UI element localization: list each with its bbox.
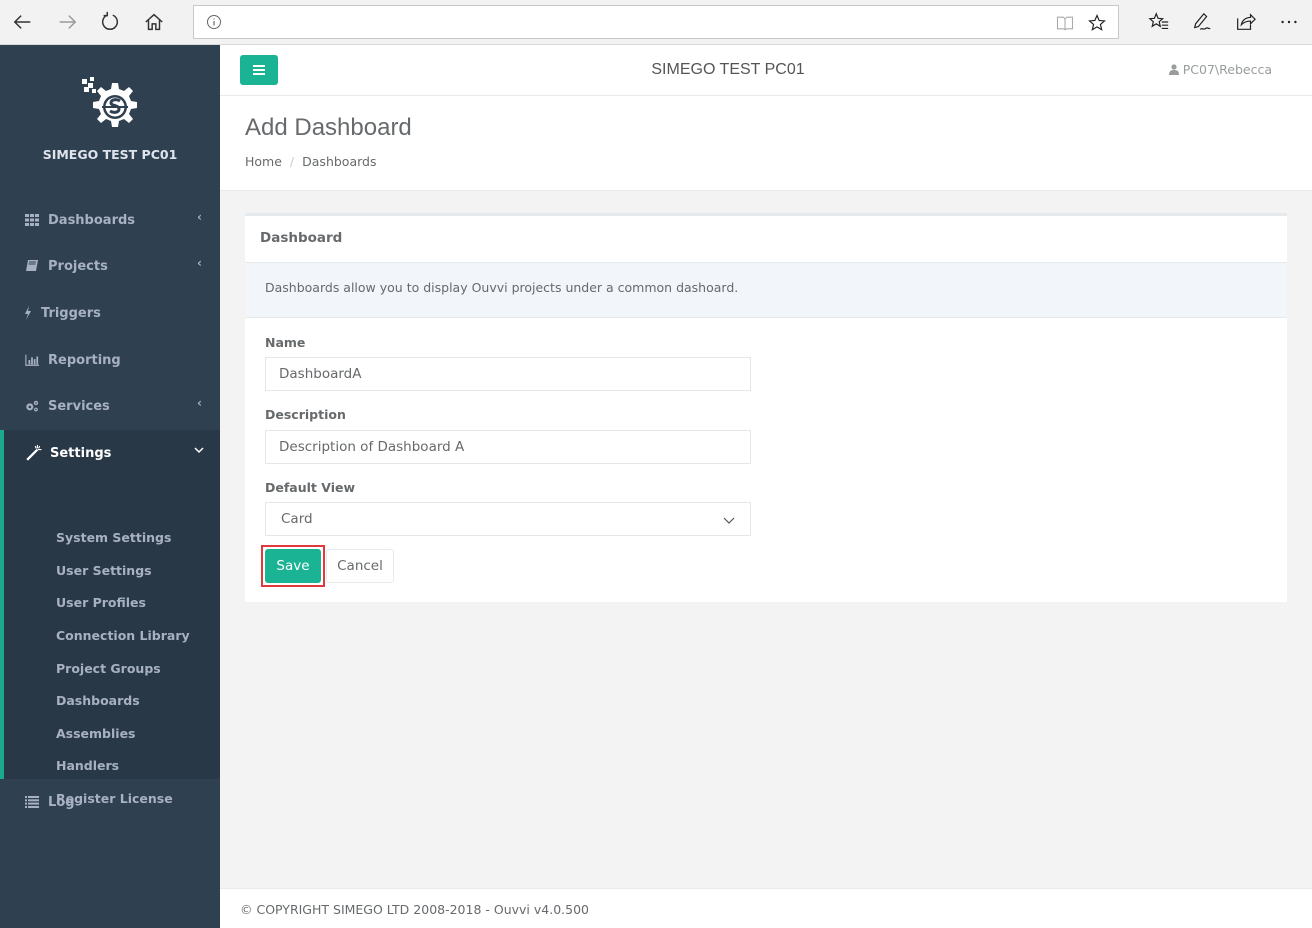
breadcrumb: Home / Dashboards <box>245 154 376 169</box>
sidebar-item-label: Triggers <box>41 305 101 321</box>
back-button[interactable] <box>8 7 38 37</box>
sidebar-item-log[interactable]: Log <box>0 779 220 825</box>
refresh-icon <box>101 11 119 30</box>
bar-chart-icon <box>24 353 40 367</box>
breadcrumb-dashboards[interactable]: Dashboards <box>302 154 376 169</box>
chevron-left-icon: ‹ <box>197 256 202 270</box>
description-input[interactable] <box>265 430 751 464</box>
sidebar-subitem-user-settings[interactable]: User Settings <box>56 563 152 578</box>
brand-name: SIMEGO TEST PC01 <box>42 147 178 162</box>
sidebar-item-label: Dashboards <box>48 212 136 228</box>
grid-icon <box>24 213 40 227</box>
info-icon <box>207 15 221 29</box>
settings-section: Settings System Settings User Settings U… <box>0 430 220 806</box>
name-input[interactable] <box>265 357 751 391</box>
favorites-list-button[interactable] <box>1144 7 1174 37</box>
reading-view-button[interactable] <box>1054 12 1076 34</box>
cancel-button[interactable]: Cancel <box>326 549 394 583</box>
description-label: Description <box>265 407 346 422</box>
favorite-button[interactable] <box>1086 12 1108 34</box>
favorite-star-icon <box>1088 14 1106 31</box>
sidebar-item-label: Services <box>48 398 110 414</box>
page-heading: Add Dashboard Home / Dashboards <box>220 96 1312 191</box>
share-button[interactable] <box>1230 7 1260 37</box>
sidebar-subitem-handlers[interactable]: Handlers <box>56 758 119 773</box>
save-button[interactable]: Save <box>265 549 321 583</box>
sidebar-item-dashboards[interactable]: Dashboards ‹ <box>0 197 220 243</box>
footer: © COPYRIGHT SIMEGO LTD 2008-2018 - Ouvvi… <box>220 888 1312 928</box>
sidebar-item-projects[interactable]: Projects ‹ <box>0 243 220 289</box>
sidebar-item-services[interactable]: Services ‹ <box>0 383 220 429</box>
refresh-button[interactable] <box>95 7 125 37</box>
reading-view-icon <box>1056 16 1074 31</box>
user-icon <box>1168 64 1179 75</box>
chevron-down-icon <box>723 517 735 524</box>
sidebar-subitem-dashboards[interactable]: Dashboards <box>56 693 140 708</box>
more-button[interactable] <box>1274 7 1304 37</box>
site-name: SIMEGO TEST PC01 <box>651 61 805 78</box>
default-view-label: Default View <box>265 480 356 495</box>
sidebar-subitem-project-groups[interactable]: Project Groups <box>56 661 161 676</box>
top-navbar: SIMEGO TEST PC01 PC07\Rebecca <box>220 45 1312 96</box>
list-icon <box>24 795 40 809</box>
default-view-select[interactable]: Card <box>265 502 751 536</box>
sidebar-subitem-connection-library[interactable]: Connection Library <box>56 628 190 643</box>
user-menu[interactable]: PC07\Rebecca <box>1168 62 1272 77</box>
address-bar[interactable] <box>193 5 1119 39</box>
sidebar-item-label: Log <box>48 794 75 810</box>
info-text: Dashboards allow you to display Ouvvi pr… <box>265 280 739 295</box>
chevron-left-icon: ‹ <box>197 210 202 224</box>
page-title: Add Dashboard <box>245 114 412 141</box>
breadcrumb-separator: / <box>289 154 295 169</box>
sidebar-subitem-system-settings[interactable]: System Settings <box>56 530 171 545</box>
card-header: Dashboard <box>245 216 1287 263</box>
chevron-down-icon <box>194 444 204 457</box>
sidebar-subitem-assemblies[interactable]: Assemblies <box>56 726 136 741</box>
sidebar-item-settings[interactable]: Settings <box>4 430 220 476</box>
pen-button[interactable] <box>1187 7 1217 37</box>
simego-logo-icon <box>82 77 137 127</box>
sidebar-item-reporting[interactable]: Reporting <box>0 337 220 383</box>
sidebar-item-label: Projects <box>48 258 108 274</box>
copyright-text: © COPYRIGHT SIMEGO LTD 2008-2018 - Ouvvi… <box>240 902 589 917</box>
sidebar-item-label: Reporting <box>48 352 121 368</box>
sidebar-subitem-user-profiles[interactable]: User Profiles <box>56 595 146 610</box>
magic-wand-icon <box>26 445 42 461</box>
card-title: Dashboard <box>260 230 343 246</box>
gears-icon <box>24 399 40 413</box>
sidebar-item-label: Settings <box>50 445 112 461</box>
home-icon <box>145 13 163 31</box>
home-button[interactable] <box>139 7 169 37</box>
default-view-value: Card <box>281 511 313 527</box>
bolt-icon <box>24 306 32 320</box>
forward-icon <box>59 15 77 29</box>
sidebar-item-triggers[interactable]: Triggers <box>0 290 220 336</box>
pen-icon <box>1193 12 1211 30</box>
back-icon <box>13 15 31 29</box>
favorites-list-icon <box>1148 12 1169 30</box>
chevron-left-icon: ‹ <box>197 396 202 410</box>
book-icon <box>24 259 40 273</box>
browser-toolbar <box>0 0 1312 45</box>
breadcrumb-home[interactable]: Home <box>245 154 282 169</box>
forward-button[interactable] <box>52 7 82 37</box>
address-input[interactable] <box>230 10 1050 34</box>
username: PC07\Rebecca <box>1182 62 1272 77</box>
more-icon <box>1281 20 1297 24</box>
dashboard-form-card: Dashboard Dashboards allow you to displa… <box>245 213 1287 602</box>
sidebar: SIMEGO TEST PC01 Dashboards ‹ Projects ‹… <box>0 45 220 928</box>
name-label: Name <box>265 335 306 350</box>
card-info-banner: Dashboards allow you to display Ouvvi pr… <box>245 263 1287 318</box>
share-icon <box>1237 13 1256 30</box>
